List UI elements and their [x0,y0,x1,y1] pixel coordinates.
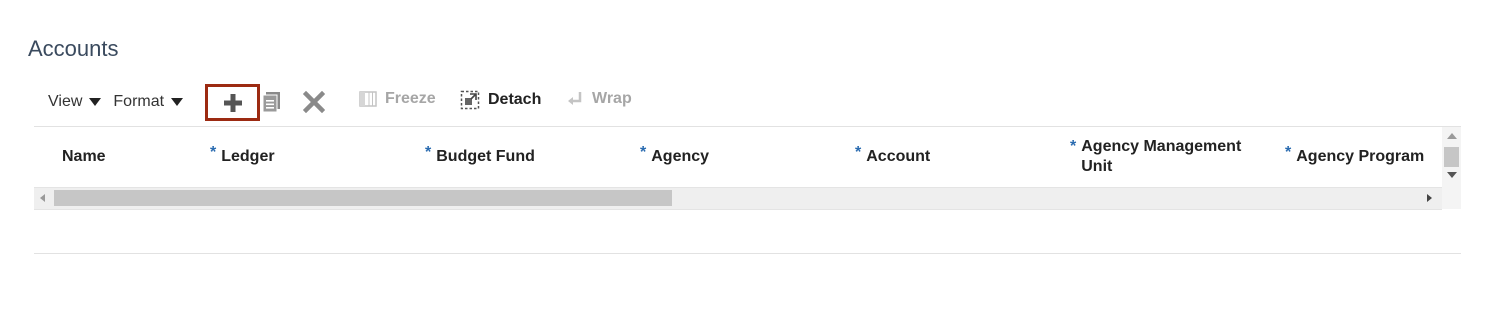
required-marker: * [1285,144,1292,161]
freeze-button[interactable]: Freeze [359,90,436,108]
required-marker: * [1070,138,1077,155]
column-header-label: Account [866,148,931,165]
vertical-scrollbar[interactable] [1442,127,1461,209]
page-title: Accounts [28,36,119,61]
scroll-down-icon[interactable] [1447,172,1457,178]
table-toolbar: View Format Freeze Detach Wrap [48,84,632,121]
view-menu-label: View [48,93,83,110]
wrap-label: Wrap [592,90,632,107]
column-header-agency-management-unit[interactable]: * Agency Management Unit [1070,127,1270,187]
column-header-agency-program[interactable]: * Agency Program [1285,127,1424,187]
column-header-ledger[interactable]: * Ledger [210,127,275,187]
delete-button[interactable] [303,91,325,113]
required-marker: * [425,144,432,161]
column-header-label: Agency Program [1296,148,1425,165]
horizontal-scroll-thumb[interactable] [54,190,672,206]
column-header-account[interactable]: * Account [855,127,930,187]
view-caret-icon [89,98,102,106]
duplicate-button[interactable] [262,91,282,113]
vertical-scroll-thumb[interactable] [1444,147,1459,167]
horizontal-scrollbar[interactable] [34,187,1442,210]
format-menu[interactable]: Format [113,93,184,111]
detach-label: Detach [488,91,542,108]
plus-icon [223,93,243,113]
column-header-budget-fund[interactable]: * Budget Fund [425,127,535,187]
column-header-name[interactable]: Name [62,127,106,187]
wrap-text-icon [566,90,584,108]
accounts-table: Name * Ledger * Budget Fund * Agency * A… [34,126,1461,210]
add-row-button[interactable] [205,84,260,121]
column-header-label: Ledger [221,148,275,165]
required-marker: * [855,144,862,161]
scroll-left-icon[interactable] [40,194,45,202]
format-menu-label: Format [113,93,165,110]
column-header-agency[interactable]: * Agency [640,127,709,187]
freeze-label: Freeze [385,90,436,107]
required-marker: * [640,144,647,161]
duplicate-icon [262,91,282,113]
column-header-label: Name [62,148,106,165]
column-header-label: Agency [651,148,710,165]
required-marker: * [210,144,217,161]
scroll-up-icon[interactable] [1447,133,1457,139]
detach-icon [460,90,480,110]
divider [34,253,1461,254]
wrap-button[interactable]: Wrap [566,90,632,108]
scroll-right-icon[interactable] [1427,194,1432,202]
freeze-columns-icon [359,90,377,108]
column-header-label: Agency Management Unit [1081,138,1242,175]
table-header-row: Name * Ledger * Budget Fund * Agency * A… [54,127,1442,187]
view-menu[interactable]: View [48,93,102,111]
column-header-label: Budget Fund [436,148,535,165]
detach-button[interactable]: Detach [460,90,541,110]
format-caret-icon [171,98,184,106]
delete-x-icon [303,91,325,113]
